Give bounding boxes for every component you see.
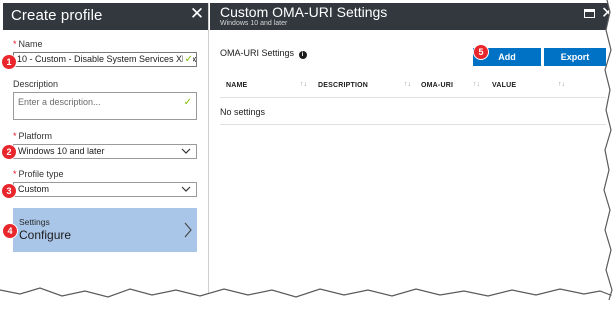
- platform-label-text: Platform: [18, 131, 53, 141]
- description-placeholder: Enter a description...: [18, 97, 101, 107]
- empty-state-text: No settings: [220, 107, 266, 117]
- sort-icon[interactable]: ↑↓: [558, 81, 565, 88]
- description-label: Description: [13, 79, 59, 89]
- chevron-down-icon: [181, 148, 191, 154]
- chevron-down-icon: [181, 186, 191, 192]
- blade-title: Custom OMA-URI Settings: [220, 4, 388, 20]
- checkmark-icon: ✓: [183, 97, 192, 108]
- row-divider: [220, 124, 606, 125]
- info-icon[interactable]: i: [298, 51, 307, 59]
- create-profile-header: Create profile ✕: [3, 3, 208, 30]
- settings-label: Settings: [19, 217, 50, 227]
- oma-uri-settings-text: OMA-URI Settings: [220, 48, 295, 58]
- create-profile-blade: Create profile ✕ * Name 10 - Custom - Dis…: [3, 3, 209, 303]
- close-icon[interactable]: ✕: [601, 6, 613, 22]
- column-header-value[interactable]: VALUE: [492, 82, 516, 89]
- callout-badge-2: 2: [2, 145, 16, 159]
- header-divider: [220, 97, 606, 98]
- required-mark: *: [13, 131, 17, 141]
- chevron-right-icon: [184, 222, 192, 238]
- profile-type-label: * Profile type: [13, 169, 64, 179]
- callout-badge-5: 5: [474, 45, 488, 59]
- column-header-description[interactable]: DESCRIPTION: [318, 82, 368, 89]
- name-input-value: 10 - Custom - Disable System Services Xb…: [17, 54, 197, 64]
- platform-label: * Platform: [13, 131, 52, 141]
- name-label: * Name: [13, 39, 43, 49]
- oma-uri-settings-label: OMA-URI Settings i: [220, 48, 307, 59]
- blade-title: Create profile: [11, 7, 103, 24]
- callout-badge-3: 3: [2, 184, 16, 198]
- sort-icon[interactable]: ↑↓: [473, 81, 480, 88]
- callout-badge-1: 1: [2, 55, 16, 69]
- callout-badge-4: 4: [3, 224, 17, 238]
- sort-icon[interactable]: ↑↓: [404, 81, 411, 88]
- custom-oma-uri-blade: Custom OMA-URI Settings Windows 10 and l…: [210, 3, 613, 303]
- maximize-icon[interactable]: [584, 9, 595, 18]
- name-input[interactable]: 10 - Custom - Disable System Services Xb…: [13, 52, 197, 67]
- description-input[interactable]: Enter a description... ✓: [13, 92, 197, 120]
- name-label-text: Name: [18, 39, 43, 49]
- oma-uri-header: Custom OMA-URI Settings Windows 10 and l…: [210, 3, 613, 30]
- platform-value: Windows 10 and later: [18, 146, 105, 156]
- column-header-oma-uri[interactable]: OMA-URI: [421, 82, 453, 89]
- settings-configure-tile[interactable]: Settings Configure: [13, 208, 197, 252]
- settings-value: Configure: [19, 228, 72, 242]
- profile-type-label-text: Profile type: [18, 169, 64, 179]
- platform-select[interactable]: Windows 10 and later: [13, 144, 197, 159]
- sort-icon[interactable]: ↑↓: [300, 81, 307, 88]
- column-header-name[interactable]: NAME: [226, 82, 247, 89]
- checkmark-icon: ✓: [182, 54, 193, 66]
- close-icon[interactable]: ✕: [189, 5, 205, 23]
- export-button[interactable]: Export: [544, 48, 606, 66]
- required-mark: *: [13, 169, 17, 179]
- blade-subtitle: Windows 10 and later: [220, 20, 288, 27]
- profile-type-value: Custom: [18, 184, 50, 194]
- required-mark: *: [13, 39, 17, 49]
- profile-type-select[interactable]: Custom: [13, 182, 197, 197]
